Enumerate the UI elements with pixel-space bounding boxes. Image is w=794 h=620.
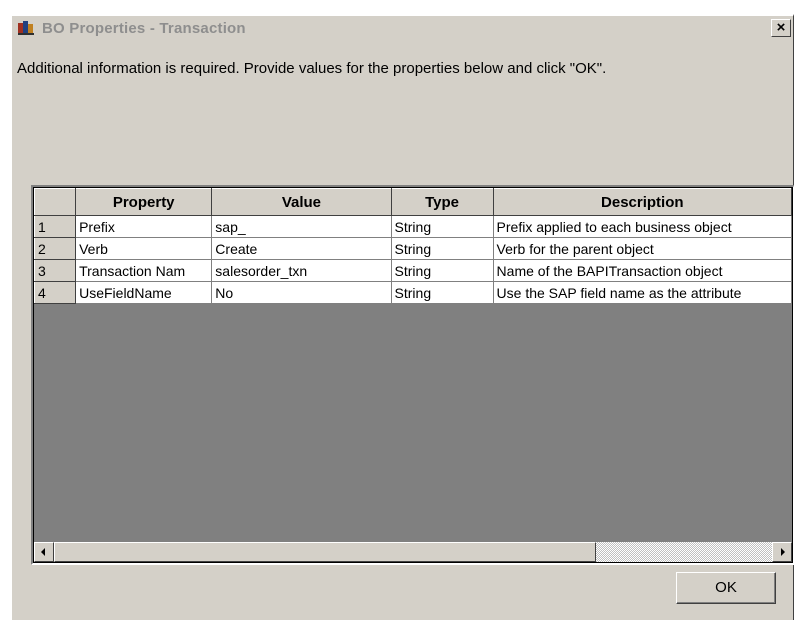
description-cell[interactable]: Name of the BAPITransaction object xyxy=(493,259,792,282)
property-cell[interactable]: UseFieldName xyxy=(75,281,213,304)
description-cell[interactable]: Use the SAP field name as the attribute xyxy=(493,281,792,304)
description-cell[interactable]: Prefix applied to each business object xyxy=(493,215,792,238)
scroll-right-button[interactable] xyxy=(772,542,792,562)
instructions-text: Additional information is required. Prov… xyxy=(17,60,607,77)
bo-properties-dialog: BO Properties - Transaction × Additional… xyxy=(10,14,794,620)
header-row: Property Value Type Description xyxy=(34,188,792,216)
property-cell[interactable]: Transaction Nam xyxy=(75,259,213,282)
row-number[interactable]: 4 xyxy=(34,281,77,304)
value-cell[interactable]: salesorder_txn xyxy=(211,259,392,282)
table-row[interactable]: 2 Verb Create String Verb for the parent… xyxy=(34,237,792,260)
type-cell[interactable]: String xyxy=(391,259,494,282)
column-header-description[interactable]: Description xyxy=(492,188,792,216)
ok-button[interactable]: OK xyxy=(676,572,776,604)
scrollbar-thumb[interactable] xyxy=(54,542,596,562)
arrow-right-icon xyxy=(781,548,785,556)
window-title: BO Properties - Transaction xyxy=(42,19,246,37)
column-header-value[interactable]: Value xyxy=(211,188,392,216)
close-icon: × xyxy=(776,19,786,36)
property-cell[interactable]: Verb xyxy=(75,237,213,260)
row-number[interactable]: 3 xyxy=(34,259,77,282)
horizontal-scrollbar[interactable] xyxy=(34,542,792,562)
table-row[interactable]: 3 Transaction Nam salesorder_txn String … xyxy=(34,259,792,282)
value-cell[interactable]: Create xyxy=(211,237,392,260)
title-bar[interactable]: BO Properties - Transaction × xyxy=(12,16,793,40)
app-icon xyxy=(18,21,36,35)
description-cell[interactable]: Verb for the parent object xyxy=(493,237,792,260)
type-cell[interactable]: String xyxy=(391,237,494,260)
value-cell[interactable]: No xyxy=(211,281,392,304)
column-header-property[interactable]: Property xyxy=(75,188,213,216)
scroll-left-button[interactable] xyxy=(34,542,54,562)
corner-header xyxy=(34,188,77,216)
properties-table: Property Value Type Description 1 Prefix… xyxy=(34,188,792,304)
table-row[interactable]: 1 Prefix sap_ String Prefix applied to e… xyxy=(34,215,792,238)
type-cell[interactable]: String xyxy=(391,215,494,238)
property-cell[interactable]: Prefix xyxy=(75,215,213,238)
column-header-type[interactable]: Type xyxy=(390,188,494,216)
scrollbar-track[interactable] xyxy=(596,542,772,562)
type-cell[interactable]: String xyxy=(391,281,494,304)
row-number[interactable]: 2 xyxy=(34,237,77,260)
arrow-left-icon xyxy=(41,548,45,556)
close-button[interactable]: × xyxy=(771,19,791,37)
row-number[interactable]: 1 xyxy=(34,215,77,238)
value-cell[interactable]: sap_ xyxy=(211,215,392,238)
properties-grid: Property Value Type Description 1 Prefix… xyxy=(31,185,794,565)
table-row[interactable]: 4 UseFieldName No String Use the SAP fie… xyxy=(34,281,792,304)
